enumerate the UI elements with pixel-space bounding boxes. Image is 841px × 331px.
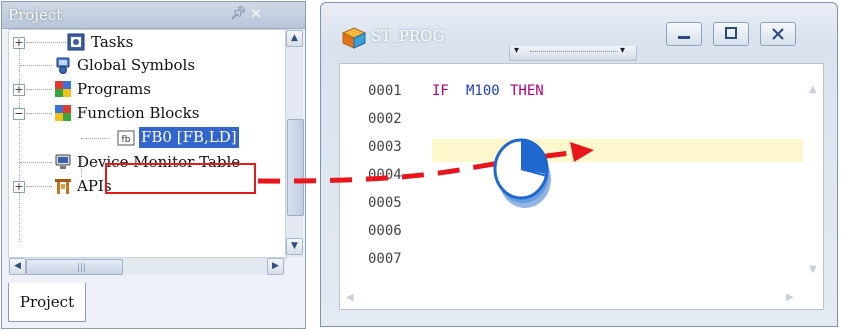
drag-arrow bbox=[257, 142, 594, 184]
drag-cursor-icon bbox=[493, 138, 551, 208]
